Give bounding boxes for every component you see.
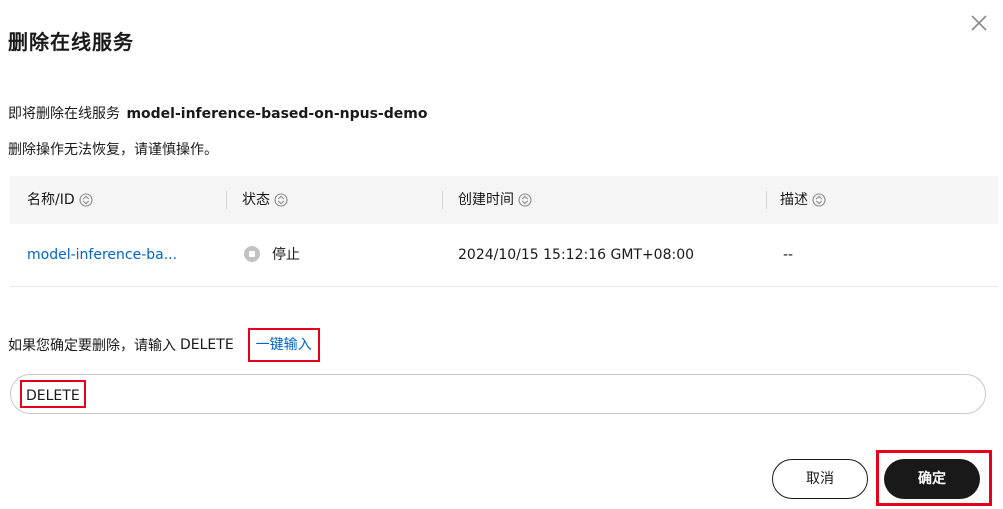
column-label: 名称/ID xyxy=(27,192,75,208)
stopped-status-icon xyxy=(244,246,260,262)
confirm-keyword: DELETE xyxy=(180,337,234,353)
sort-icon[interactable] xyxy=(812,193,826,207)
column-header-created[interactable]: 创建时间 xyxy=(458,176,532,224)
service-name: model-inference-based-on-npus-demo xyxy=(126,106,428,122)
confirm-input[interactable]: DELETE xyxy=(10,374,986,414)
delete-message: 即将删除在线服务 model-inference-based-on-npus-d… xyxy=(8,103,427,123)
sort-icon[interactable] xyxy=(518,193,532,207)
sort-icon[interactable] xyxy=(79,193,93,207)
status-cell: 停止 xyxy=(244,224,300,286)
column-header-status[interactable]: 状态 xyxy=(242,176,288,224)
sort-icon[interactable] xyxy=(274,193,288,207)
quick-fill-link[interactable]: 一键输入 xyxy=(247,328,320,362)
column-divider xyxy=(766,191,767,209)
column-header-name[interactable]: 名称/ID xyxy=(27,176,93,224)
column-header-description[interactable]: 描述 xyxy=(780,176,826,224)
dialog-title: 删除在线服务 xyxy=(8,30,134,54)
status-text: 停止 xyxy=(272,247,300,263)
column-label: 描述 xyxy=(780,192,808,208)
column-divider xyxy=(442,191,443,209)
column-label: 状态 xyxy=(242,192,270,208)
delete-message-prefix: 即将删除在线服务 xyxy=(8,106,120,122)
confirm-input-value[interactable]: DELETE xyxy=(20,380,86,408)
delete-service-dialog: 删除在线服务 即将删除在线服务 model-inference-based-on… xyxy=(0,0,1003,509)
confirm-prompt-text: 如果您确定要删除，请输入 xyxy=(8,338,176,354)
column-divider xyxy=(226,191,227,209)
close-icon[interactable] xyxy=(968,12,990,34)
service-table: 名称/ID 状态 创建时间 描述 model-inference-ba... 停… xyxy=(10,176,998,287)
description-cell: -- xyxy=(783,247,794,263)
delete-warning: 删除操作无法恢复，请谨慎操作。 xyxy=(8,142,218,158)
table-row: model-inference-ba... 停止 2024/10/15 15:1… xyxy=(10,224,998,287)
ok-button[interactable]: 确定 xyxy=(884,459,980,499)
cancel-button[interactable]: 取消 xyxy=(772,459,868,499)
column-label: 创建时间 xyxy=(458,192,514,208)
created-time-cell: 2024/10/15 15:12:16 GMT+08:00 xyxy=(458,247,695,263)
confirm-prompt: 如果您确定要删除，请输入 DELETE 一键输入 xyxy=(8,328,320,362)
table-header: 名称/ID 状态 创建时间 描述 xyxy=(10,176,998,224)
service-name-link[interactable]: model-inference-ba... xyxy=(27,224,177,286)
